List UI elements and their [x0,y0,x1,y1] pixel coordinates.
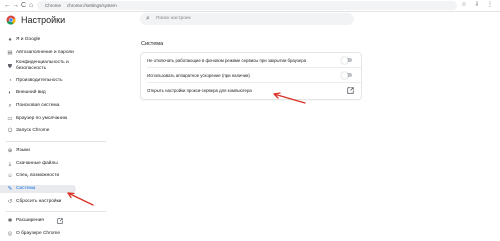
chrome-logo-icon [6,15,16,25]
person-icon: ● [8,37,12,43]
sidebar-item-extensions[interactable]: ✱ Расширения [4,217,63,225]
globe-icon: ⊕ [7,148,13,154]
speedometer-icon: ◔ [8,78,12,84]
forward-icon[interactable]: → [12,1,19,10]
sidebar-item-search-engine[interactable]: ⌕ Поисковая система [4,102,59,110]
sidebar-item-reset[interactable]: ↺ Сбросить настройки [4,198,62,206]
annotation-arrows [67,92,306,206]
sidebar-item-autofill[interactable]: ▤ Автозаполнение и пароли [4,49,73,57]
back-icon[interactable]: ← [4,1,11,10]
browser-toolbar: ← → C ⌂ Chrome chrome://settings/system … [0,0,500,12]
shield-icon: ⛊ [7,63,13,70]
settings-search[interactable]: ⌕ Поиск настроек [140,13,354,25]
browser-icon: ▭ [7,116,13,122]
page-title: Настройки [21,15,66,25]
setting-label: Открыть настройки прокси-сервера для ком… [147,88,252,93]
search-placeholder: Поиск настроек [156,16,191,21]
site-chip[interactable]: Chrome [45,1,61,10]
url-text[interactable]: chrome://settings/system [67,1,117,10]
sidebar-divider [6,211,106,212]
sidebar-item-on-startup[interactable]: ⏻ Запуск Chrome [4,127,50,135]
download-icon: ⤓ [8,161,12,167]
sidebar-item-privacy[interactable]: ⛊ Конфиденциальность и безопасность [4,60,69,73]
system-settings-card: Не отключать работающие в фоновом режиме… [141,53,361,99]
setting-label: Использовать аппаратное ускорение (при н… [147,73,250,78]
hardware-acceleration-toggle[interactable] [341,71,352,79]
background-apps-toggle[interactable] [341,56,352,64]
sidebar-item-downloads[interactable]: ⤓ Скачанные файлы [4,160,58,168]
power-icon: ⏻ [7,128,13,134]
section-title: Система [141,41,164,47]
puzzle-icon: ✱ [7,218,13,224]
setting-row-proxy[interactable]: Открыть настройки прокси-сервера для ком… [141,83,361,98]
sidebar-item-default-browser[interactable]: ▭ Браузер по умолчанию [4,115,67,123]
reset-icon: ↺ [7,199,13,205]
palette-icon: ◐ [8,90,12,96]
chrome-icon: ◎ [7,231,13,237]
sidebar-divider [6,141,106,142]
arrow-to-system [67,192,94,206]
sidebar-item-accessibility[interactable]: ☺ Спец. возможности [4,172,59,180]
toolbar-icons[interactable]: ☆ ⇩ ⋮ [461,1,496,10]
sidebar-item-appearance[interactable]: ◐ Внешний вид [4,89,45,97]
sidebar-item-performance[interactable]: ◔ Производительность [4,77,62,85]
wrench-icon: ✎ [7,186,13,192]
open-external-icon [57,218,63,224]
setting-row-hardware-acceleration[interactable]: Использовать аппаратное ускорение (при н… [141,68,361,83]
sidebar-item-languages[interactable]: ⊕ Языки [4,147,30,155]
address-bar[interactable]: Chrome chrome://settings/system [37,1,457,10]
clipboard-icon: ▤ [7,50,13,56]
search-icon: ⌕ [8,103,12,109]
open-external-icon[interactable] [347,87,354,94]
home-icon[interactable]: ⌂ [29,1,33,10]
search-icon: ⌕ [146,15,150,22]
accessibility-icon: ☺ [7,173,13,179]
reload-icon[interactable]: C [21,1,26,10]
setting-row-background-apps[interactable]: Не отключать работающие в фоновом режиме… [141,53,361,68]
setting-label: Не отключать работающие в фоновом режиме… [147,58,306,63]
sidebar-item-system[interactable]: ✎ Система [0,185,76,193]
sidebar-item-about-chrome[interactable]: ◎ О браузере Chrome [4,230,60,238]
sidebar-item-you-and-google[interactable]: ● Я и Google [4,36,40,44]
